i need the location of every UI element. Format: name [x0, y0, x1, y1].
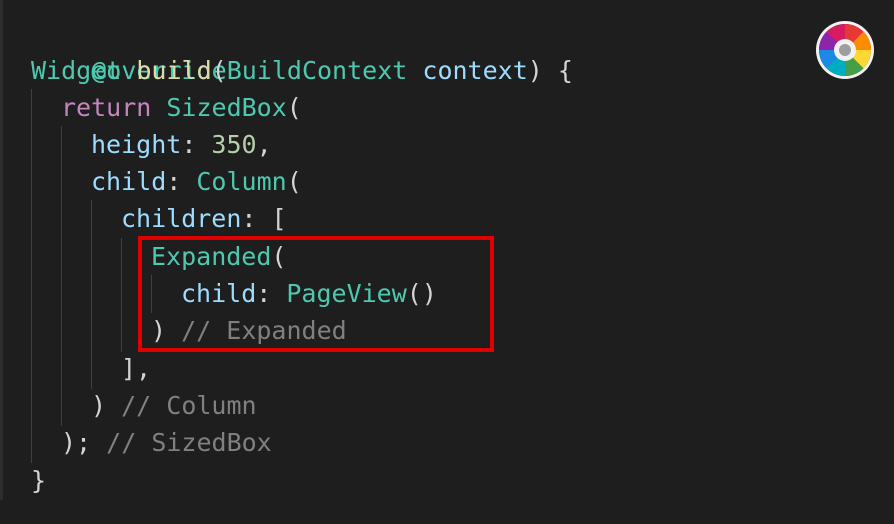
property-name: height [91, 130, 182, 159]
return-keyword: return [61, 93, 152, 122]
param-name: context [422, 56, 528, 85]
gutter-border [0, 0, 3, 500]
punctuation: ], [121, 354, 152, 383]
code-line-3: return SizedBox( [61, 89, 302, 126]
number-value: 350 [211, 130, 257, 159]
punctuation: : [241, 204, 272, 233]
return-type: Widget [31, 56, 122, 85]
widget-type: Column [196, 167, 287, 196]
indent-guide [61, 126, 62, 426]
code-line-6: children: [ [121, 200, 287, 237]
punctuation: ) [91, 391, 107, 420]
property-name: child [91, 167, 167, 196]
punctuation: : [181, 130, 212, 159]
punctuation: ( [286, 167, 302, 196]
indent-guide [121, 238, 122, 352]
punctuation: } [31, 466, 47, 495]
punctuation: , [256, 130, 272, 159]
code-line-2: Widget build(BuildContext context) { [31, 52, 573, 89]
property-name: children [121, 204, 242, 233]
param-type: BuildContext [226, 56, 408, 85]
punctuation: ( [211, 56, 227, 85]
code-line-4: height: 350, [91, 126, 272, 163]
punctuation: ); [61, 428, 92, 457]
color-wheel-icon [819, 24, 871, 76]
color-wheel-center [834, 39, 856, 61]
closing-comment: // Column [106, 391, 257, 420]
indent-guide [31, 89, 32, 463]
punctuation: ( [286, 93, 302, 122]
highlight-box [138, 236, 494, 352]
code-line-13: } [31, 462, 46, 499]
code-line-5: child: Column( [91, 163, 302, 200]
closing-comment: // SizedBox [91, 428, 272, 457]
indent-guide [91, 200, 92, 389]
code-line-1: @override [31, 15, 226, 85]
punctuation: [ [271, 204, 287, 233]
widget-type: SizedBox [166, 93, 287, 122]
color-wheel-dot [839, 44, 851, 56]
code-line-10: ], [121, 350, 151, 387]
code-line-12: ); // SizedBox [61, 424, 272, 461]
punctuation: : [166, 167, 197, 196]
punctuation: ) { [527, 56, 573, 85]
function-name: build [136, 56, 212, 85]
code-line-11: ) // Column [91, 387, 257, 424]
code-editor[interactable]: @override Widget build(BuildContext cont… [0, 0, 894, 524]
